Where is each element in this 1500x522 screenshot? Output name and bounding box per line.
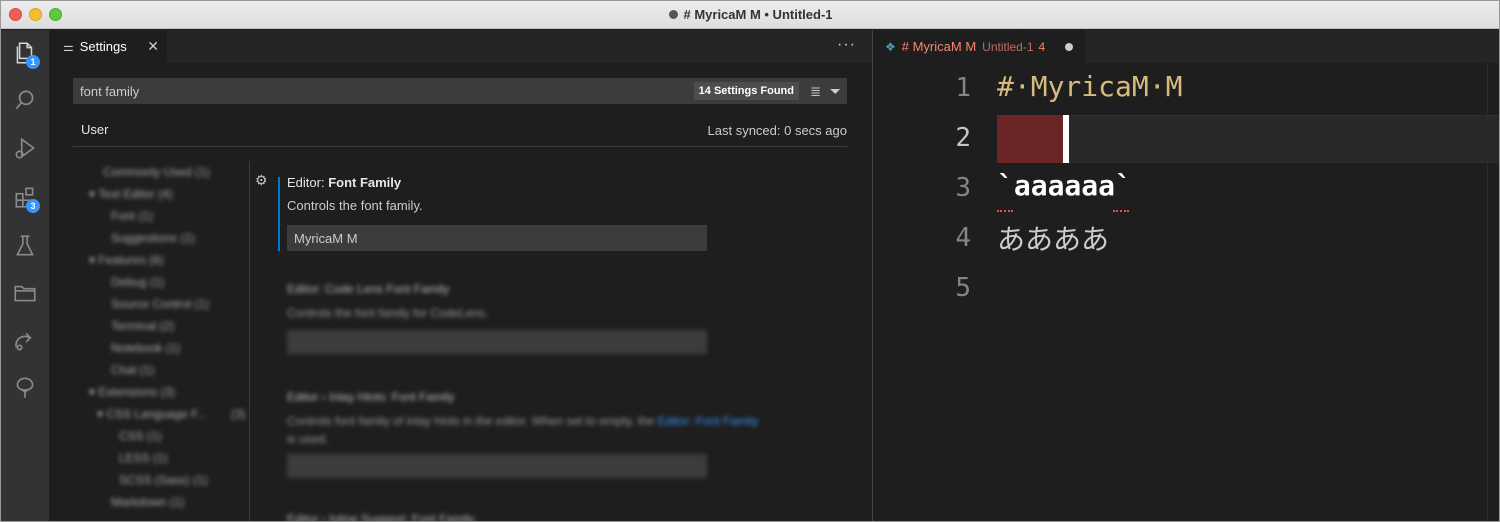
title-bar: # MyricaM M • Untitled-1 [1, 1, 1499, 29]
setting-title: Editor › Inlay Hints: Font Family [287, 390, 455, 404]
extensions-badge: 3 [26, 199, 40, 213]
filter-icon[interactable]: ⏷ [830, 83, 841, 100]
setting-item-inline-suggest: Editor › Inline Suggest: Font Family [287, 512, 475, 522]
setting-item-inlay-hints: Editor › Inlay Hints: Font Family Contro… [287, 390, 758, 478]
toc-item[interactable]: LESS (1) [119, 451, 168, 465]
code-line-4[interactable]: ああああ [997, 218, 1109, 258]
extensions-icon[interactable]: 3 [1, 177, 49, 217]
line-number: 4 [955, 223, 971, 253]
inlay-hints-font-input[interactable] [287, 454, 707, 478]
unsaved-dot-icon [669, 10, 679, 19]
font-family-input[interactable]: MyricaM M [287, 225, 707, 251]
line-number: 2 [955, 123, 971, 153]
code-line-3[interactable]: `aaaaaa` [997, 169, 1132, 202]
toc-item[interactable]: SCSS (Sass) (1) [119, 473, 208, 487]
settings-editor: ⚌ Settings ✕ ··· font family 14 Settings… [49, 30, 872, 522]
activity-bar: 1 3 [1, 30, 49, 521]
explorer-badge: 1 [26, 55, 40, 69]
run-debug-icon[interactable] [1, 128, 49, 168]
editor-tab-bar: ❖ # MyricaM M Untitled-1 4 [873, 30, 1499, 63]
window-title: # MyricaM M • Untitled-1 [1, 7, 1499, 22]
explorer-icon[interactable]: 1 [1, 33, 49, 73]
toc-item-label: Extensions (3) [98, 385, 176, 399]
spelling-error-marker [1113, 208, 1129, 212]
toc-item[interactable]: Terminal (2) [111, 319, 174, 333]
current-line-highlight [997, 115, 1499, 163]
tab-settings[interactable]: ⚌ Settings ✕ [49, 30, 167, 63]
toc-divider [249, 161, 250, 521]
close-tab-icon[interactable]: ✕ [147, 38, 159, 55]
scope-divider [73, 146, 847, 147]
search-input-value: font family [80, 84, 140, 99]
text-selection [997, 115, 1063, 163]
setting-category: Editor: [287, 175, 329, 190]
toc-item[interactable]: Source Control (1) [111, 297, 209, 311]
toc-item-label: CSS Language F... [106, 407, 208, 421]
settings-found-count: 14 Settings Found [693, 82, 799, 100]
setting-link[interactable]: Editor: Font Family [658, 414, 759, 428]
editor-scrollbar[interactable] [1487, 63, 1499, 521]
setting-description: Controls font family of inlay hints in t… [287, 414, 758, 428]
code-editor: ❖ # MyricaM M Untitled-1 4 1 2 3 4 5 #·M… [873, 30, 1499, 521]
toc-item[interactable]: Commonly Used (1) [103, 165, 210, 179]
last-synced-status: Last synced: 0 secs ago [707, 123, 847, 138]
problems-count: 4 [1038, 39, 1046, 54]
python-file-icon: ❖ [885, 39, 896, 54]
toc-item[interactable]: Debug (1) [111, 275, 164, 289]
window-title-text: # MyricaM M • Untitled-1 [683, 7, 833, 22]
tab-description: Untitled-1 [982, 39, 1034, 54]
toc-item[interactable]: Font (1) [111, 209, 153, 223]
toc-item[interactable]: Suggestions (1) [111, 231, 195, 245]
setting-title: Editor › Inline Suggest: Font Family [287, 512, 475, 522]
testing-icon[interactable] [1, 226, 49, 266]
line-number: 3 [955, 173, 971, 203]
remote-explorer-icon[interactable] [1, 321, 49, 361]
gear-icon[interactable]: ⚙ [255, 172, 268, 189]
toc-item[interactable]: ▾ Text Editor (4) [89, 187, 173, 201]
setting-description: Controls the font family for CodeLens. [287, 306, 489, 320]
app-window: # MyricaM M • Untitled-1 1 3 ⚌ Settings … [0, 0, 1500, 522]
clear-search-icon[interactable]: ≣ [810, 84, 821, 100]
toc-item[interactable]: CSS (1) [119, 429, 162, 443]
setting-item-code-lens: Editor: Code Lens Font Family Controls t… [287, 282, 707, 354]
setting-name: Font Family [328, 175, 402, 190]
code-lens-font-input[interactable] [287, 330, 707, 354]
toc-item[interactable]: ▾ Extensions (3) [89, 385, 175, 399]
focus-indicator [278, 177, 280, 251]
toc-item-label: Features (6) [98, 253, 164, 267]
toc-item[interactable]: Notebook (1) [111, 341, 180, 355]
setting-description-cont: is used. [287, 432, 329, 446]
unsaved-dot-icon[interactable] [1065, 43, 1073, 51]
tab-user-settings[interactable]: User [73, 116, 117, 147]
settings-tab-icon: ⚌ [63, 39, 74, 54]
search-icon[interactable] [1, 80, 49, 120]
setting-title-font-family: Editor: Font Family [287, 175, 401, 190]
toc-item[interactable]: Chat (1) [111, 363, 154, 377]
line-number: 1 [955, 73, 971, 103]
settings-search-input[interactable]: font family 14 Settings Found ≣ ⏷ [73, 78, 847, 104]
code-line-1[interactable]: #·MyricaM·M [997, 70, 1182, 103]
toc-item-label: Text Editor (4) [98, 187, 173, 201]
toc-item[interactable]: ▾ CSS Language F... [97, 407, 207, 421]
setting-description-text: Controls font family of inlay hints in t… [287, 414, 655, 428]
text-cursor [1063, 115, 1069, 163]
toc-item[interactable]: Markdown (1) [111, 495, 184, 509]
toc-item-count: (3) [231, 407, 246, 421]
folders-icon[interactable] [1, 273, 49, 313]
tab-settings-label: Settings [79, 39, 127, 54]
settings-toc: Commonly Used (1) ▾ Text Editor (4) Font… [89, 160, 249, 520]
tab-title: # MyricaM M [901, 39, 977, 54]
setting-title: Editor: Code Lens Font Family [287, 282, 450, 296]
spelling-error-marker [997, 208, 1013, 212]
tab-untitled-1[interactable]: ❖ # MyricaM M Untitled-1 4 [873, 30, 1085, 63]
line-number: 5 [955, 273, 971, 303]
settings-tab-bar: ⚌ Settings ✕ ··· [49, 30, 872, 63]
setting-description: Controls the font family. [287, 198, 423, 213]
tree-icon[interactable] [1, 368, 49, 408]
toc-item[interactable]: ▾ Features (6) [89, 253, 164, 267]
more-actions-icon[interactable]: ··· [837, 36, 856, 54]
